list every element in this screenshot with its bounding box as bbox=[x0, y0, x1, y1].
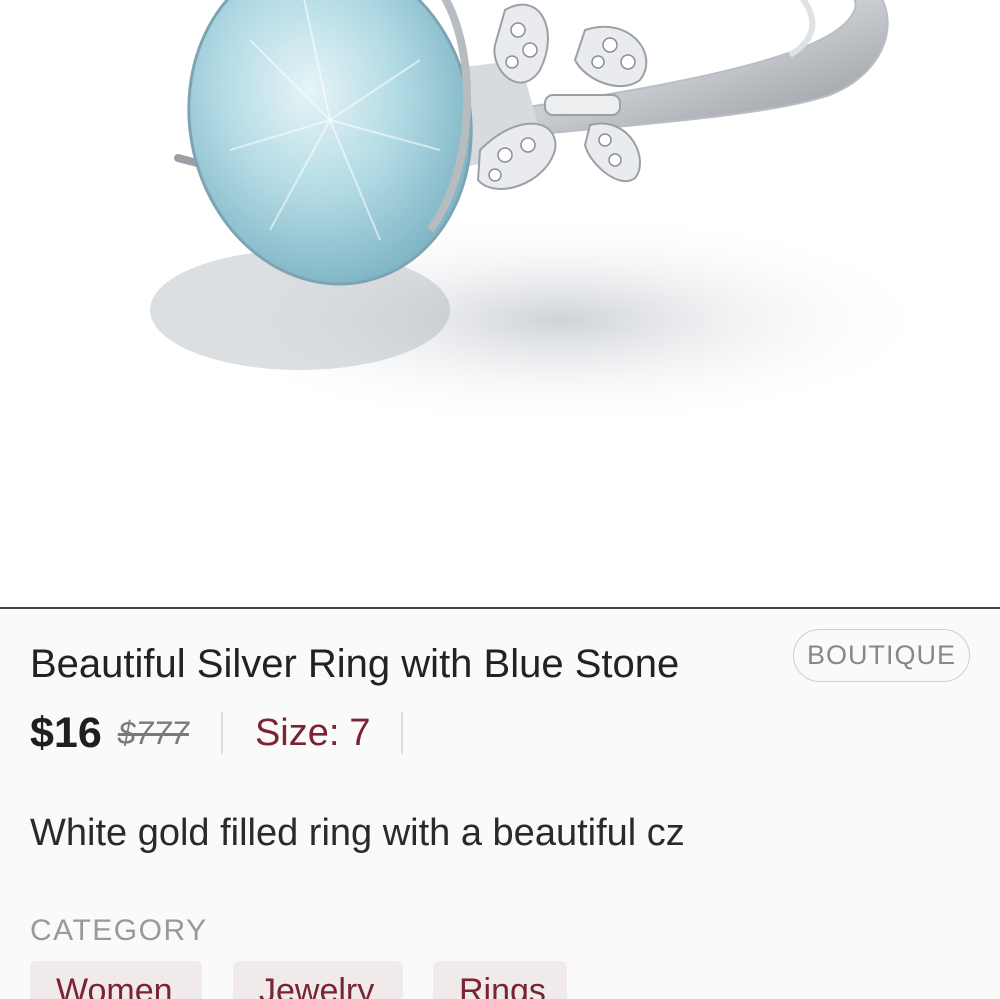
price-separator bbox=[220, 712, 223, 754]
price-row: $16 $777 Size: 7 bbox=[30, 707, 403, 759]
category-heading: CATEGORY bbox=[30, 914, 208, 947]
original-price: $777 bbox=[117, 714, 189, 751]
size-value: 7 bbox=[349, 711, 371, 754]
size-info: Size: 7 bbox=[255, 712, 371, 755]
product-description: White gold filled ring with a beautiful … bbox=[30, 812, 685, 854]
size-label: Size: bbox=[254, 711, 340, 754]
ring-image bbox=[150, 0, 940, 430]
product-title: Beautiful Silver Ring with Blue Stone bbox=[30, 642, 680, 686]
product-details: Beautiful Silver Ring with Blue Stone BO… bbox=[0, 609, 1000, 999]
product-image[interactable] bbox=[0, 0, 1000, 607]
product-page: Beautiful Silver Ring with Blue Stone BO… bbox=[0, 0, 1000, 999]
size-separator bbox=[400, 712, 403, 754]
category-chip-rings[interactable]: Rings bbox=[433, 961, 567, 999]
current-price: $16 bbox=[30, 708, 102, 757]
category-chip-women[interactable]: Women bbox=[30, 961, 202, 999]
category-chip-jewelry[interactable]: Jewelry bbox=[233, 961, 403, 999]
boutique-badge[interactable]: BOUTIQUE bbox=[793, 629, 970, 682]
